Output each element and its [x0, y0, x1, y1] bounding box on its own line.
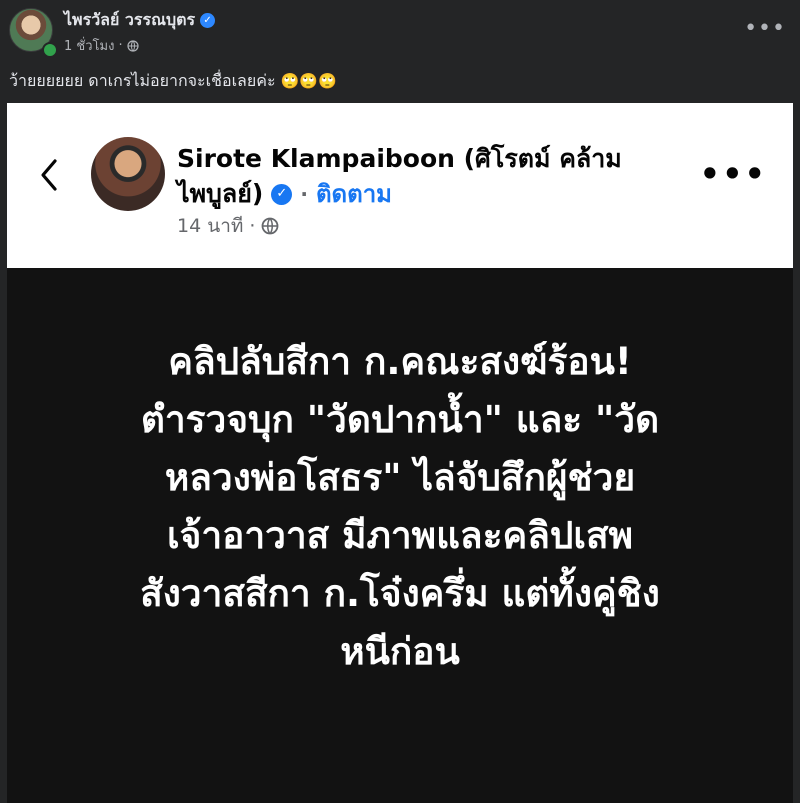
headline-line: หลวงพ่อโสธร" ไล่จับสึกผู้ช่วย: [164, 456, 636, 499]
more-options-icon[interactable]: •••: [744, 18, 786, 40]
caption-text: ว้ายยยยยย ดาเกรไม่อยากจะเชื่อเลยค่ะ: [9, 71, 276, 90]
shared-more-options-icon: •••: [699, 155, 767, 193]
headline-line: ตำรวจบุก "วัดปากน้ำ" และ "วัด: [140, 398, 660, 441]
headline-line: สังวาสสีกา ก.โจ๋งครึ่ม แต่ทั้งคู่ชิง: [140, 572, 660, 615]
post-caption: ว้ายยยยยย ดาเกรไม่อยากจะเชื่อเลยค่ะ 🙄🙄🙄: [9, 69, 337, 94]
post-author-name[interactable]: ไพรวัลย์ วรรณบุตร: [64, 8, 195, 33]
shared-post-time: 14 นาที: [177, 215, 244, 237]
headline-line: เจ้าอาวาส มีภาพและคลิปเสพ: [167, 514, 633, 557]
post-header: ไพรวัลย์ วรรณบุตร ✓ 1 ชั่วโมง · •••: [0, 0, 800, 64]
shared-verified-badge-icon: ✓: [271, 183, 293, 205]
caption-emoji: 🙄🙄🙄: [280, 72, 337, 90]
follow-separator: ·: [300, 182, 308, 206]
shared-author-name-line2: ไพบูลย์): [177, 179, 264, 208]
follow-link: ติดตาม: [315, 180, 392, 208]
globe-icon[interactable]: [126, 39, 139, 52]
post-author[interactable]: ไพรวัลย์ วรรณบุตร ✓: [64, 8, 216, 33]
back-arrow-icon: [41, 159, 57, 191]
shared-screenshot-image[interactable]: Sirote Klampaiboon (ศิโรตม์ คล้าม ไพบูลย…: [7, 103, 793, 803]
headline-text: คลิปลับสีกา ก.คณะสงฆ์ร้อน! ตำรวจบุก "วัด…: [27, 333, 773, 681]
headline-line: คลิปลับสีกา ก.คณะสงฆ์ร้อน!: [168, 340, 632, 383]
shared-author-avatar: [91, 137, 165, 211]
shared-post-header: Sirote Klampaiboon (ศิโรตม์ คล้าม ไพบูลย…: [7, 103, 793, 268]
online-status-indicator: [42, 42, 58, 58]
shared-meta-separator: ·: [249, 215, 256, 237]
shared-post-meta: 14 นาที ·: [177, 211, 279, 241]
shared-globe-icon: [262, 217, 279, 235]
post-meta: 1 ชั่วโมง ·: [64, 35, 139, 56]
shared-author-name-line2-row: ไพบูลย์) ✓ · ติดตาม: [177, 176, 392, 212]
shared-author-name-line1: Sirote Klampaiboon (ศิโรตม์ คล้าม: [177, 144, 622, 173]
verified-badge-icon: ✓: [200, 13, 216, 28]
post-time[interactable]: 1 ชั่วโมง: [64, 35, 114, 56]
meta-separator: ·: [118, 38, 123, 53]
headline-line: หนีก่อน: [340, 630, 460, 673]
